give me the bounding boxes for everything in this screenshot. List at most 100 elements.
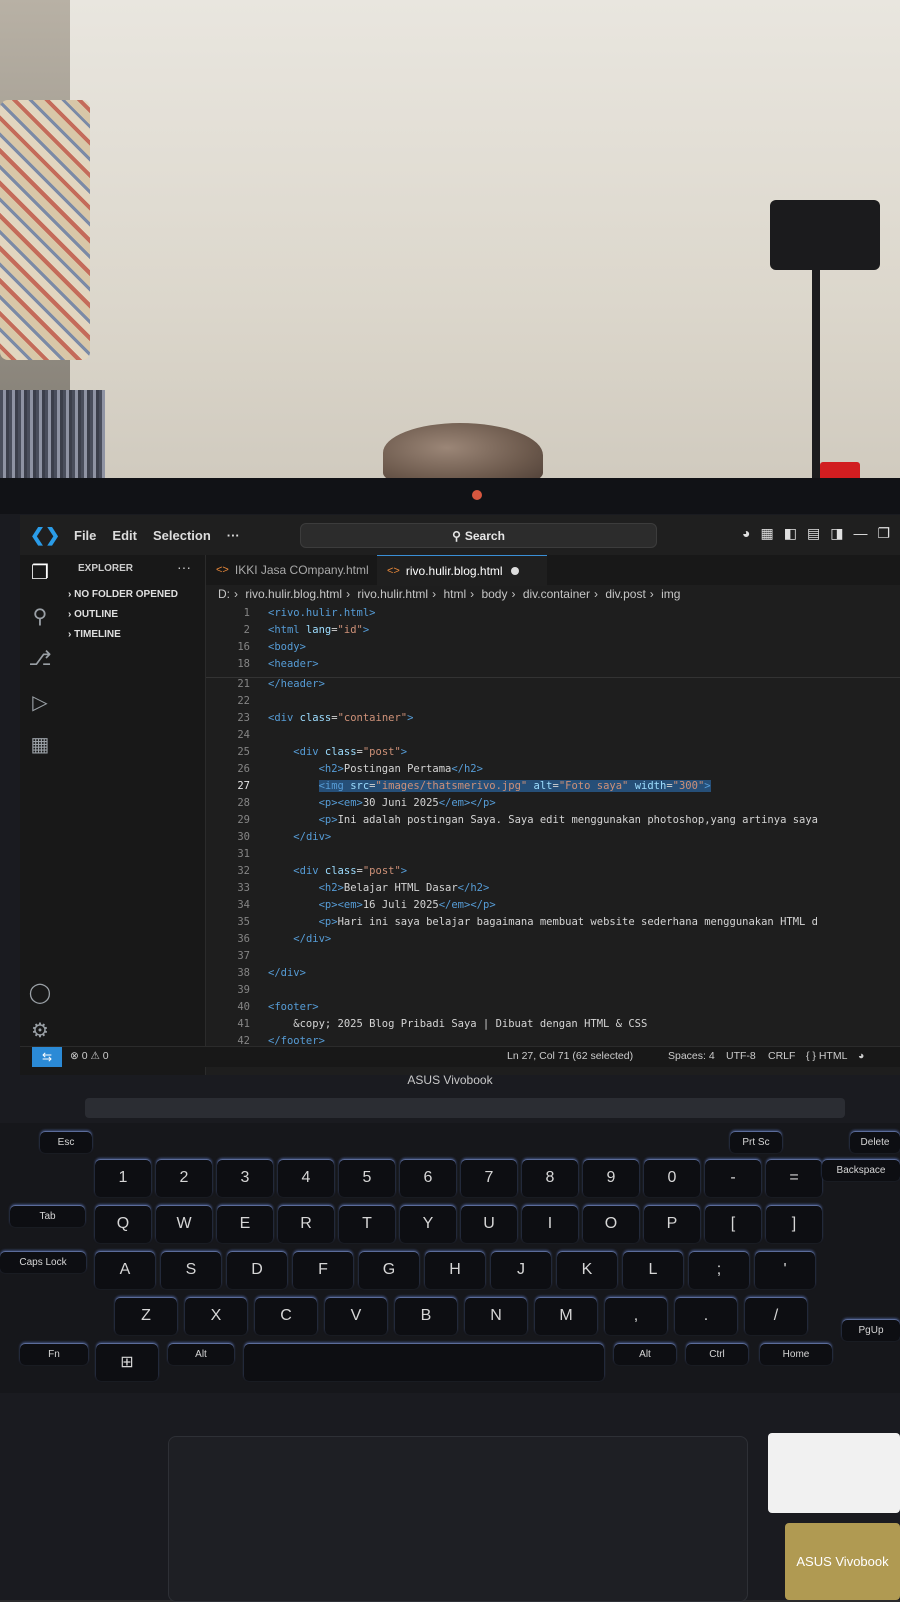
toggle-secondary-sidebar-icon[interactable]: ◨: [830, 525, 843, 542]
key-7[interactable]: 8: [522, 1159, 578, 1197]
breadcrumb-item[interactable]: html: [443, 587, 466, 601]
indentation[interactable]: Spaces: 4: [668, 1050, 715, 1062]
key-0[interactable]: A: [95, 1251, 155, 1289]
key-10[interactable]: ': [755, 1251, 815, 1289]
key-0[interactable]: 1: [95, 1159, 151, 1197]
sidebar-more-button[interactable]: ···: [177, 559, 191, 575]
key-3[interactable]: F: [293, 1251, 353, 1289]
key-windows[interactable]: ⊞: [96, 1343, 158, 1381]
key-u[interactable]: U: [461, 1205, 517, 1243]
settings-gear-icon[interactable]: ⚙: [28, 1019, 52, 1043]
key-delete[interactable]: Delete: [850, 1131, 900, 1153]
key-p[interactable]: P: [644, 1205, 700, 1243]
encoding[interactable]: UTF-8: [726, 1050, 756, 1062]
key-ctrl[interactable]: Ctrl: [686, 1343, 748, 1365]
key-w[interactable]: W: [156, 1205, 212, 1243]
key-fn[interactable]: Fn: [20, 1343, 88, 1365]
explorer-icon[interactable]: ❐: [28, 561, 52, 585]
key-9[interactable]: /: [745, 1297, 807, 1335]
language-mode[interactable]: { } HTML: [806, 1050, 847, 1062]
breadcrumb-item[interactable]: div.post: [605, 587, 645, 601]
code-line[interactable]: <div class="post">: [268, 865, 407, 877]
code-line[interactable]: &copy; 2025 Blog Pribadi Saya | Dibuat d…: [268, 1018, 647, 1030]
toggle-sidebar-icon[interactable]: ◧: [784, 525, 797, 542]
code-line[interactable]: <footer>: [268, 1001, 319, 1013]
run-debug-icon[interactable]: ▷: [28, 691, 52, 715]
key-10[interactable]: -: [705, 1159, 761, 1197]
menu-more[interactable]: ···: [227, 528, 240, 543]
sticky-code-line[interactable]: <header>: [268, 658, 319, 670]
code-line[interactable]: </div>: [268, 933, 331, 945]
tab-ikki-jasa-company[interactable]: <> IKKI Jasa COmpany.html: [206, 555, 397, 585]
key-11[interactable]: =: [766, 1159, 822, 1197]
key-2[interactable]: D: [227, 1251, 287, 1289]
key-3[interactable]: 4: [278, 1159, 334, 1197]
section-outline[interactable]: › OUTLINE: [68, 609, 118, 620]
key-6[interactable]: 7: [461, 1159, 517, 1197]
problems-indicator[interactable]: ⊗ 0 ⚠ 0: [70, 1050, 109, 1062]
copilot-status-icon[interactable]: ◕: [858, 1050, 864, 1062]
key-5[interactable]: N: [465, 1297, 527, 1335]
key-][interactable]: ]: [766, 1205, 822, 1243]
key-[[interactable]: [: [705, 1205, 761, 1243]
key-6[interactable]: J: [491, 1251, 551, 1289]
key-o[interactable]: O: [583, 1205, 639, 1243]
restore-icon[interactable]: ❐: [877, 525, 890, 542]
breadcrumb-item[interactable]: body: [481, 587, 507, 601]
sticky-code-line[interactable]: <body>: [268, 641, 306, 653]
code-line[interactable]: <p><em>30 Juni 2025</em></p>: [268, 797, 496, 809]
code-line[interactable]: <p>Hari ini saya belajar bagaimana membu…: [268, 916, 818, 928]
line-ending[interactable]: CRLF: [768, 1050, 795, 1062]
breadcrumb-item[interactable]: rivo.hulir.html: [357, 587, 428, 601]
account-icon[interactable]: ◯: [28, 981, 52, 1005]
key-q[interactable]: Q: [95, 1205, 151, 1243]
key-4[interactable]: B: [395, 1297, 457, 1335]
key-8[interactable]: 9: [583, 1159, 639, 1197]
code-line[interactable]: <p><em>16 Juli 2025</em></p>: [268, 899, 496, 911]
key-2[interactable]: 3: [217, 1159, 273, 1197]
touchpad[interactable]: [168, 1436, 748, 1602]
breadcrumb-item[interactable]: rivo.hulir.blog.html: [245, 587, 342, 601]
key-7[interactable]: K: [557, 1251, 617, 1289]
menu-file[interactable]: File: [74, 528, 96, 543]
key-pgup[interactable]: PgUp: [842, 1319, 900, 1341]
key-y[interactable]: Y: [400, 1205, 456, 1243]
breadcrumb-item[interactable]: D:: [218, 587, 230, 601]
key-3[interactable]: V: [325, 1297, 387, 1335]
cursor-position[interactable]: Ln 27, Col 71 (62 selected): [507, 1050, 633, 1062]
key-alt[interactable]: Alt: [168, 1343, 234, 1365]
key-caps-lock[interactable]: Caps Lock: [0, 1251, 86, 1273]
breadcrumb-item[interactable]: div.container: [523, 587, 590, 601]
command-center-search[interactable]: ⚲ Search: [300, 523, 657, 548]
key-alt-right[interactable]: Alt: [614, 1343, 676, 1365]
key-6[interactable]: M: [535, 1297, 597, 1335]
extensions-icon[interactable]: ▦: [28, 733, 52, 757]
section-timeline[interactable]: › TIMELINE: [68, 629, 121, 640]
code-line[interactable]: <p>Ini adalah postingan Saya. Saya edit …: [268, 814, 818, 826]
key-1[interactable]: X: [185, 1297, 247, 1335]
key-tab[interactable]: Tab: [10, 1205, 85, 1227]
code-line[interactable]: <div class="post">: [268, 746, 407, 758]
breadcrumb-item[interactable]: img: [661, 587, 680, 601]
key-5[interactable]: H: [425, 1251, 485, 1289]
key-1[interactable]: 2: [156, 1159, 212, 1197]
key-i[interactable]: I: [522, 1205, 578, 1243]
sticky-code-line[interactable]: <html lang="id">: [268, 624, 369, 636]
tab-rivo-hulir-blog[interactable]: <> rivo.hulir.blog.html: [377, 555, 547, 586]
minimize-icon[interactable]: —: [853, 525, 867, 542]
code-line[interactable]: <h2>Postingan Pertama</h2>: [268, 763, 483, 775]
code-line[interactable]: <img src="images/thatsmerivo.jpg" alt="F…: [268, 780, 711, 792]
key-4[interactable]: 5: [339, 1159, 395, 1197]
key-prtsc[interactable]: Prt Sc: [730, 1131, 782, 1153]
remote-indicator-icon[interactable]: ⇆: [32, 1047, 62, 1067]
search-view-icon[interactable]: ⚲: [28, 605, 52, 629]
code-line[interactable]: </div>: [268, 967, 306, 979]
menu-selection[interactable]: Selection: [153, 528, 211, 543]
code-line[interactable]: <div class="container">: [268, 712, 413, 724]
sticky-code-line[interactable]: <rivo.hulir.html>: [268, 607, 375, 619]
key-4[interactable]: G: [359, 1251, 419, 1289]
code-line[interactable]: </header>: [268, 678, 325, 690]
key-1[interactable]: S: [161, 1251, 221, 1289]
code-line[interactable]: <h2>Belajar HTML Dasar</h2>: [268, 882, 490, 894]
copilot-icon[interactable]: ◕: [742, 525, 750, 542]
